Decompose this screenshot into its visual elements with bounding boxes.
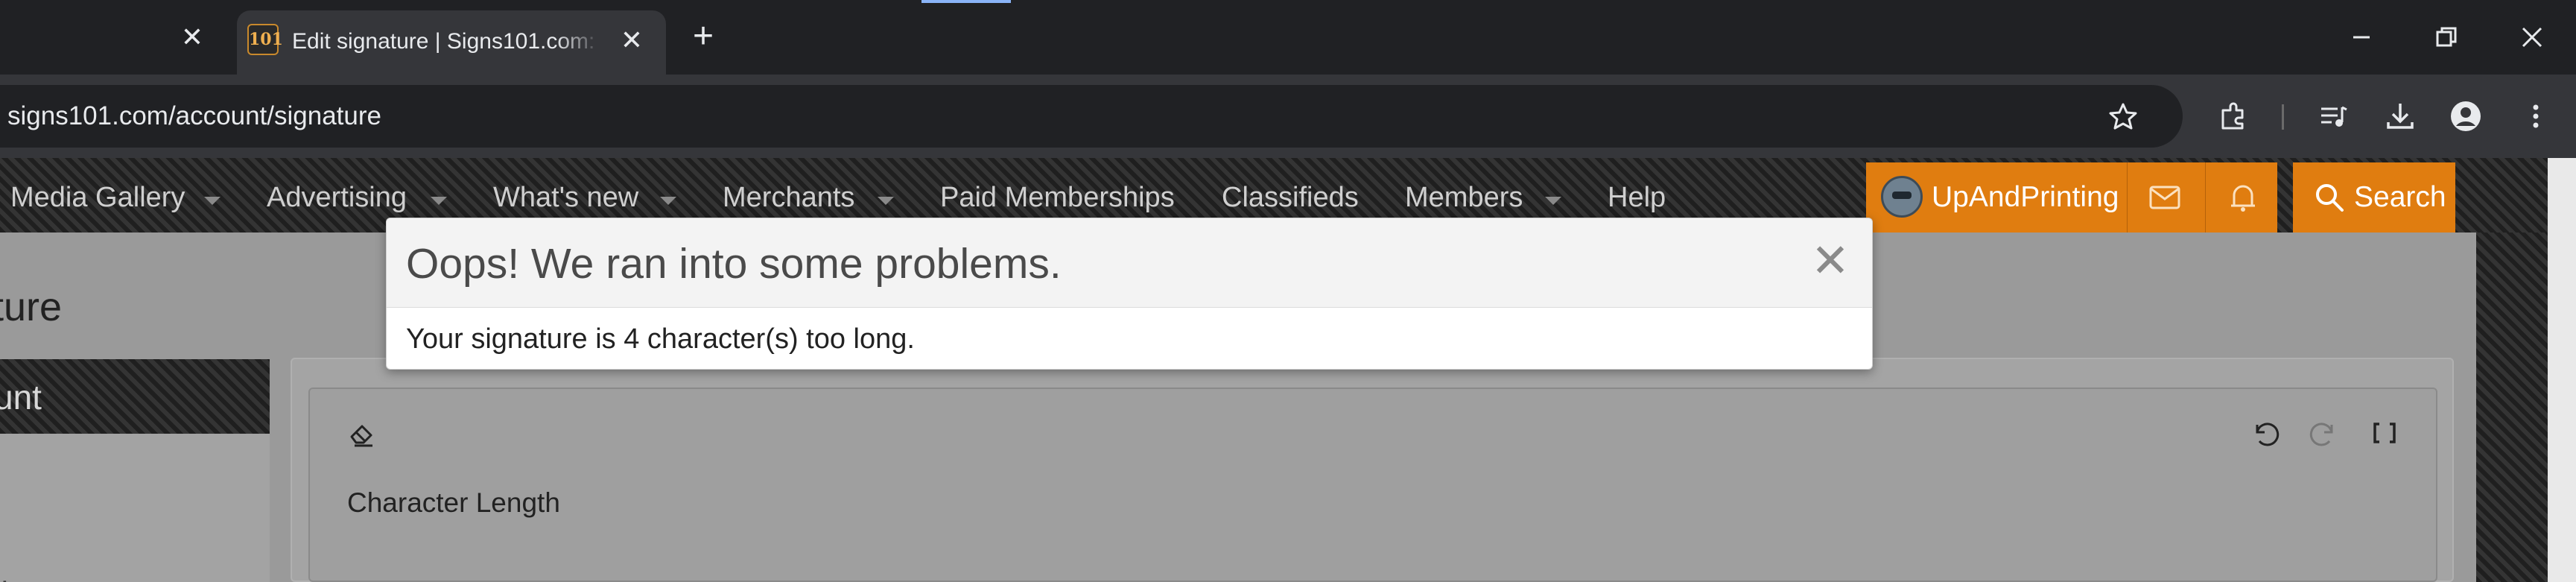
editor-content-text[interactable]: Character Length [347,486,560,520]
modal-title: Oops! We ran into some problems. [406,240,1062,288]
bookmark-star-icon[interactable] [2101,94,2145,139]
nav-media-gallery[interactable]: Media Gallery [10,179,185,216]
toolbar-separator [2282,104,2284,130]
profile-avatar-icon[interactable] [2443,94,2488,139]
search-button[interactable]: Search [2293,162,2455,233]
tab-title: Edit signature | Signs101.com: Largest F… [292,29,602,54]
tab-close-icon[interactable]: ✕ [615,24,648,57]
extensions-puzzle-icon[interactable] [2211,94,2256,139]
sidebar-heading-label: unt [0,378,42,417]
menu-kebab-icon[interactable] [2513,94,2558,139]
nav-classifieds[interactable]: Classifieds [1222,179,1359,216]
modal-header: Oops! We ran into some problems. ✕ [387,218,1872,308]
nav-members[interactable]: Members [1405,179,1523,216]
active-tab[interactable]: 101 Edit signature | Signs101.com: Large… [237,10,666,75]
nav-merchants[interactable]: Merchants [723,179,854,216]
fullscreen-brackets-icon[interactable] [2363,411,2406,455]
nav-advertising[interactable]: Advertising [267,179,407,216]
window-close-icon[interactable] [2510,15,2554,60]
sidebar-heading: unt [0,359,270,434]
nav-paid-memberships[interactable]: Paid Memberships [940,179,1175,216]
chevron-down-icon[interactable] [1545,197,1561,205]
redo-icon[interactable] [2303,411,2347,455]
nav-help[interactable]: Help [1608,179,1666,216]
error-modal: Oops! We ran into some problems. ✕ Your … [386,218,1873,370]
search-label: Search [2354,181,2446,213]
undo-icon[interactable] [2242,411,2285,455]
clear-formatting-eraser-icon[interactable] [340,411,383,455]
inbox-envelope-icon[interactable] [2127,162,2201,233]
chevron-down-icon[interactable] [431,197,447,205]
username-label: UpAndPrinting [1932,181,2119,213]
previous-tab-close-icon[interactable]: ✕ [174,19,210,55]
tab-group-indicator [921,0,1011,3]
new-tab-plus-icon[interactable]: + [682,18,724,57]
page-scrollbar[interactable] [2548,158,2576,582]
url-text[interactable]: signs101.com/account/signature [7,100,381,133]
browser-tab-strip: ✕ 101 Edit signature | Signs101.com: Lar… [0,0,2576,75]
user-avatar [1881,176,1923,218]
window-restore-icon[interactable] [2424,15,2469,60]
modal-close-icon[interactable]: ✕ [1806,238,1854,287]
sidebar-item-fragment[interactable]: · [0,566,10,582]
chevron-down-icon[interactable] [660,197,676,205]
modal-error-message: Your signature is 4 character(s) too lon… [406,323,915,355]
site-favicon-icon: 101 [247,24,283,55]
window-minimize-icon[interactable] [2339,15,2384,60]
browser-toolbar: signs101.com/account/signature [0,75,2576,158]
sidebar-menu [0,434,270,582]
address-bar[interactable]: signs101.com/account/signature [0,85,2183,148]
media-controls-icon[interactable] [2311,94,2355,139]
alerts-bell-icon[interactable] [2205,162,2280,233]
nav-whats-new[interactable]: What's new [493,179,638,216]
chevron-down-icon[interactable] [878,197,894,205]
signature-editor[interactable]: Character Length [308,388,2437,582]
page-title: ture [0,285,63,329]
search-icon [2316,184,2344,212]
chevron-down-icon[interactable] [204,197,221,205]
download-icon[interactable] [2378,94,2423,139]
